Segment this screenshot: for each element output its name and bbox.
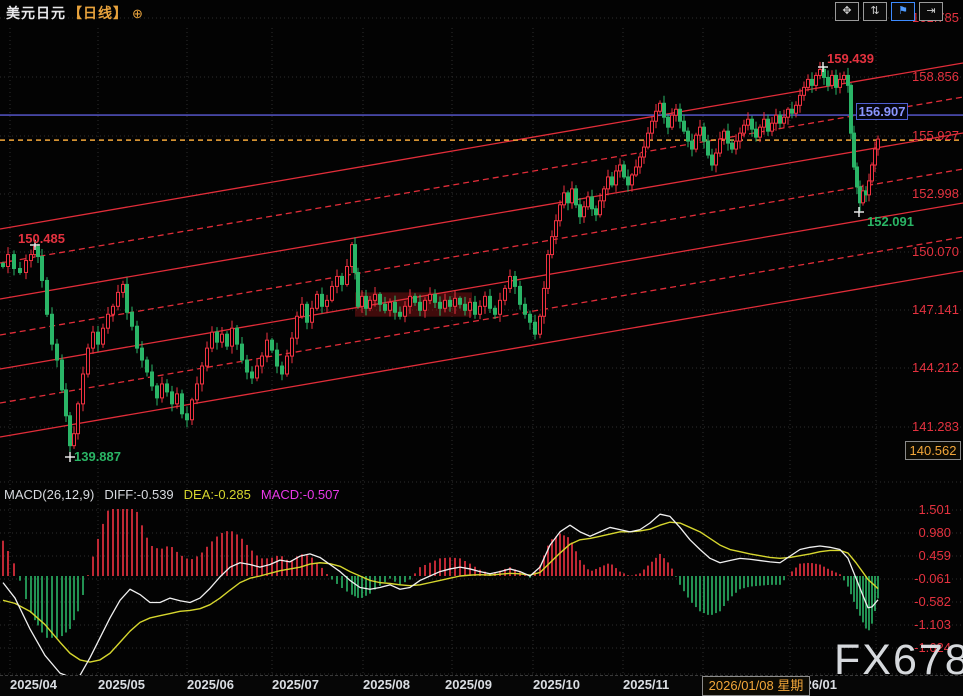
time-tick-label: 2025/08 xyxy=(363,677,410,692)
swing-price-label: 152.091 xyxy=(867,214,914,229)
price-tick-label: 147.141 xyxy=(889,302,959,317)
price-tick-label: 150.070 xyxy=(889,244,959,259)
macd-tick-label: 0.980 xyxy=(881,525,951,540)
macd-diff-value: DIFF:-0.539 xyxy=(104,487,173,502)
price-tick-label: 158.856 xyxy=(889,69,959,84)
macd-dea-value: DEA:-0.285 xyxy=(184,487,251,502)
macd-macd-value: MACD:-0.507 xyxy=(261,487,340,502)
macd-tick-label: -1.103 xyxy=(881,617,951,632)
crosshair-price-box: 140.562 xyxy=(905,441,961,460)
macd-histogram xyxy=(3,509,878,638)
price-tick-label: 144.212 xyxy=(889,360,959,375)
macd-header: MACD(26,12,9) DIFF:-0.539 DEA:-0.285 MAC… xyxy=(4,487,340,502)
macd-tick-label: -0.582 xyxy=(881,594,951,609)
expand-icon[interactable]: ⊕ xyxy=(132,6,144,21)
detach-window-icon[interactable]: ⇥ xyxy=(919,2,943,21)
price-tick-label: 155.927 xyxy=(889,128,959,143)
macd-params-label: MACD(26,12,9) xyxy=(4,487,94,502)
time-tick-label: 2025/11 xyxy=(623,677,669,692)
chart-toolbar: ✥⇅⚑⇥ xyxy=(835,2,943,21)
symbol-name: 美元日元 xyxy=(6,5,66,21)
price-tick-label: 141.283 xyxy=(889,419,959,434)
swing-price-label: 150.485 xyxy=(18,231,65,246)
chart-canvas[interactable] xyxy=(0,0,963,696)
macd-tick-label: 0.459 xyxy=(881,548,951,563)
time-tick-label: 2025/05 xyxy=(98,677,145,692)
macd-tick-label: 1.501 xyxy=(881,502,951,517)
swing-cross-icons xyxy=(30,62,864,462)
swing-price-label: 159.439 xyxy=(827,51,874,66)
alert-price-label[interactable]: 156.907 xyxy=(856,103,908,120)
time-tick-label: 2025/04 xyxy=(10,677,57,692)
time-tick-label: 2025/10 xyxy=(533,677,580,692)
swing-price-label: 139.887 xyxy=(74,449,121,464)
time-tick-label: 2025/06 xyxy=(187,677,234,692)
gridlines xyxy=(0,18,963,674)
chart-window: 美元日元【日线】⊕ ✥⇅⚑⇥ 161.785158.856155.927152.… xyxy=(0,0,963,696)
timeframe-label: 【日线】 xyxy=(68,5,128,21)
crosshair-date-box: 2026/01/08 星期四 xyxy=(702,676,810,696)
axis-scale-icon[interactable]: ⇅ xyxy=(863,2,887,21)
time-tick-label: 2025/09 xyxy=(445,677,492,692)
price-tick-label: 152.998 xyxy=(889,186,959,201)
flag-marker-icon[interactable]: ⚑ xyxy=(891,2,915,21)
macd-diff-line xyxy=(3,514,878,677)
pan-icon[interactable]: ✥ xyxy=(835,2,859,21)
title-bar: 美元日元【日线】 ⊕ xyxy=(6,3,144,23)
macd-tick-label: -0.061 xyxy=(881,571,951,586)
time-tick-label: 2025/07 xyxy=(272,677,319,692)
candlesticks xyxy=(2,62,880,454)
trend-channel-lines[interactable] xyxy=(0,63,963,437)
watermark-logo: FX678 xyxy=(834,636,963,685)
